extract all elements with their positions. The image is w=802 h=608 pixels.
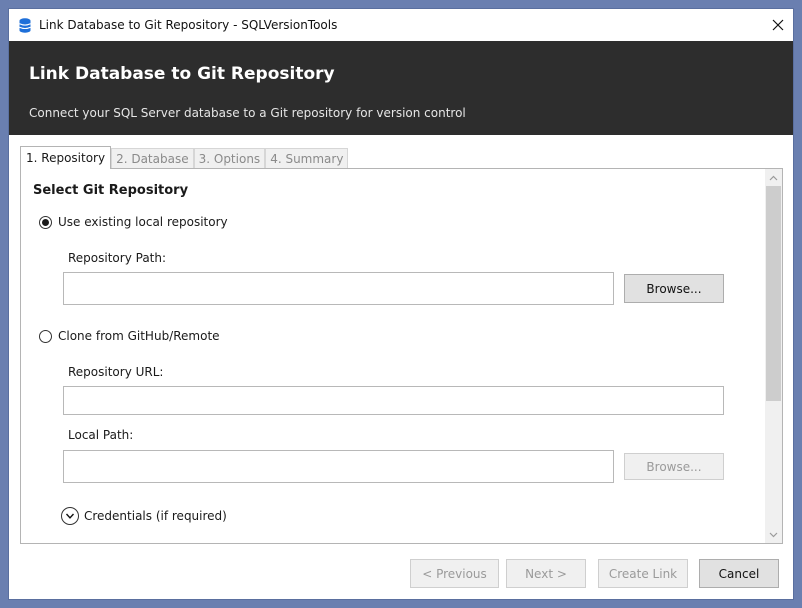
- chevron-down-icon[interactable]: [61, 507, 79, 525]
- create-link-button[interactable]: Create Link: [598, 559, 688, 588]
- tab-options[interactable]: 3. Options: [193, 148, 266, 169]
- repository-panel: Select Git Repository Use existing local…: [20, 168, 783, 544]
- next-button[interactable]: Next >: [506, 559, 586, 588]
- wizard-tabs: 1. Repository 2. Database 3. Options 4. …: [20, 146, 349, 169]
- local-path-label: Local Path:: [68, 428, 134, 442]
- window-title: Link Database to Git Repository - SQLVer…: [39, 18, 338, 32]
- repo-path-input[interactable]: [63, 272, 614, 305]
- dialog-window: Link Database to Git Repository - SQLVer…: [8, 8, 794, 600]
- title-bar: Link Database to Git Repository - SQLVer…: [9, 9, 793, 41]
- header-title: Link Database to Git Repository: [29, 64, 335, 84]
- tab-summary[interactable]: 4. Summary: [265, 148, 349, 169]
- repo-url-label: Repository URL:: [68, 365, 164, 379]
- scroll-down-arrow-icon[interactable]: [765, 526, 782, 543]
- tab-repository[interactable]: 1. Repository: [20, 146, 112, 169]
- local-repo-radio[interactable]: [39, 215, 52, 229]
- local-repo-label: Use existing local repository: [58, 215, 228, 229]
- local-path-input[interactable]: [63, 450, 614, 483]
- header-subtitle: Connect your SQL Server database to a Gi…: [29, 106, 466, 120]
- local-repo-option[interactable]: Use existing local repository: [39, 215, 228, 229]
- scroll-thumb[interactable]: [766, 186, 781, 401]
- repo-url-input[interactable]: [63, 386, 724, 415]
- tab-database[interactable]: 2. Database: [111, 148, 194, 169]
- repo-path-label: Repository Path:: [68, 251, 167, 265]
- dialog-header: Link Database to Git Repository Connect …: [9, 41, 793, 135]
- scroll-up-arrow-icon[interactable]: [765, 169, 782, 186]
- browse-local-button[interactable]: Browse...: [624, 453, 724, 480]
- previous-button[interactable]: < Previous: [410, 559, 499, 588]
- credentials-label: Credentials (if required): [84, 509, 227, 523]
- close-button[interactable]: [761, 9, 793, 41]
- vertical-scrollbar[interactable]: [765, 169, 782, 543]
- clone-option[interactable]: Clone from GitHub/Remote: [39, 329, 220, 343]
- cancel-button[interactable]: Cancel: [699, 559, 779, 588]
- database-icon: [19, 18, 31, 33]
- credentials-toggle[interactable]: Credentials (if required): [61, 507, 227, 525]
- close-icon[interactable]: [772, 19, 784, 31]
- clone-label: Clone from GitHub/Remote: [58, 329, 220, 343]
- browse-button[interactable]: Browse...: [624, 274, 724, 303]
- clone-radio[interactable]: [39, 329, 52, 343]
- section-title: Select Git Repository: [33, 183, 189, 198]
